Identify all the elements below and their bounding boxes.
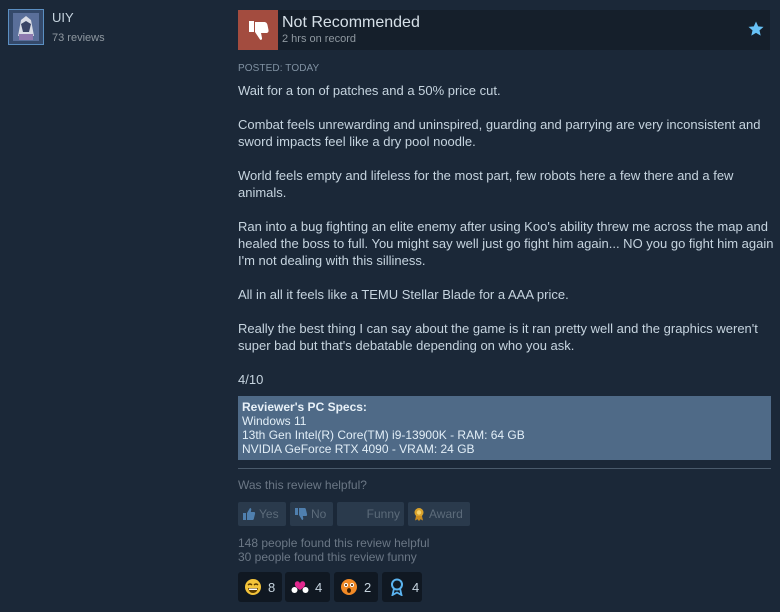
award-chip[interactable]: 2 xyxy=(334,572,378,602)
author-block[interactable]: UIY 73 reviews xyxy=(8,9,208,49)
review-verdict: Not Recommended xyxy=(282,14,420,31)
award-chip[interactable]: 4 xyxy=(382,572,422,602)
review-stats: 148 people found this review helpful 30 … xyxy=(238,536,429,564)
thumbs-down-icon xyxy=(294,507,308,521)
heart-hands-icon xyxy=(291,578,309,596)
hours-on-record: 2 hrs on record xyxy=(282,33,356,45)
helpful-count: 148 people found this review helpful xyxy=(238,536,430,550)
vote-no-label: No xyxy=(311,507,327,521)
specs-os: Windows 11 xyxy=(242,414,307,428)
vote-funny-button[interactable]: Funny xyxy=(337,502,404,526)
avatar[interactable] xyxy=(8,9,44,45)
vote-no-button[interactable]: No xyxy=(290,502,333,526)
review-header: Not Recommended 2 hrs on record xyxy=(238,10,770,50)
award-count: 4 xyxy=(412,579,420,595)
award-icon xyxy=(412,507,426,521)
review-paragraph: Really the best thing I can say about th… xyxy=(238,321,758,353)
wow-emoji-icon xyxy=(340,578,358,596)
review-score: 4/10 xyxy=(238,372,264,387)
award-count: 2 xyxy=(364,579,372,595)
laughing-emoji-icon xyxy=(244,578,262,596)
award-chip[interactable]: 4 xyxy=(285,572,330,602)
award-button[interactable]: Award xyxy=(408,502,470,526)
author-name[interactable]: UIY xyxy=(52,10,74,25)
star-icon[interactable] xyxy=(747,20,765,38)
author-review-count[interactable]: 73 reviews xyxy=(52,32,105,44)
review-body: Wait for a ton of patches and a 50% pric… xyxy=(238,82,774,405)
award-label: Award xyxy=(429,507,463,521)
avatar-image xyxy=(9,10,43,44)
review-page: UIY 73 reviews Not Recommended 2 hrs on … xyxy=(0,0,780,612)
vote-yes-button[interactable]: Yes xyxy=(238,502,286,526)
vote-funny-label: Funny xyxy=(366,507,400,521)
award-chip[interactable]: 8 xyxy=(238,572,282,602)
specs-title: Reviewer's PC Specs: xyxy=(242,400,367,414)
posted-date: POSTED: TODAY xyxy=(238,63,320,74)
thumbs-up-icon xyxy=(242,507,256,521)
review-paragraph: Combat feels unrewarding and uninspired,… xyxy=(238,117,761,149)
ribbon-medal-icon xyxy=(388,578,406,597)
divider xyxy=(238,468,771,469)
award-count: 8 xyxy=(268,579,276,595)
thumbs-down-icon xyxy=(238,10,278,50)
specs-gpu: NVIDIA GeForce RTX 4090 - VRAM: 24 GB xyxy=(242,442,475,456)
review-paragraph: Ran into a bug fighting an elite enemy a… xyxy=(238,219,774,268)
funny-count: 30 people found this review funny xyxy=(238,550,417,564)
vote-yes-label: Yes xyxy=(259,507,279,521)
helpful-question: Was this review helpful? xyxy=(238,478,367,492)
review-paragraph: Wait for a ton of patches and a 50% pric… xyxy=(238,83,501,98)
review-paragraph: World feels empty and lifeless for the m… xyxy=(238,168,734,200)
award-count: 4 xyxy=(315,579,323,595)
review-paragraph: All in all it feels like a TEMU Stellar … xyxy=(238,287,569,302)
specs-cpu: 13th Gen Intel(R) Core(TM) i9-13900K - R… xyxy=(242,428,525,442)
pc-specs-box: Reviewer's PC Specs: Windows 11 13th Gen… xyxy=(238,396,771,460)
